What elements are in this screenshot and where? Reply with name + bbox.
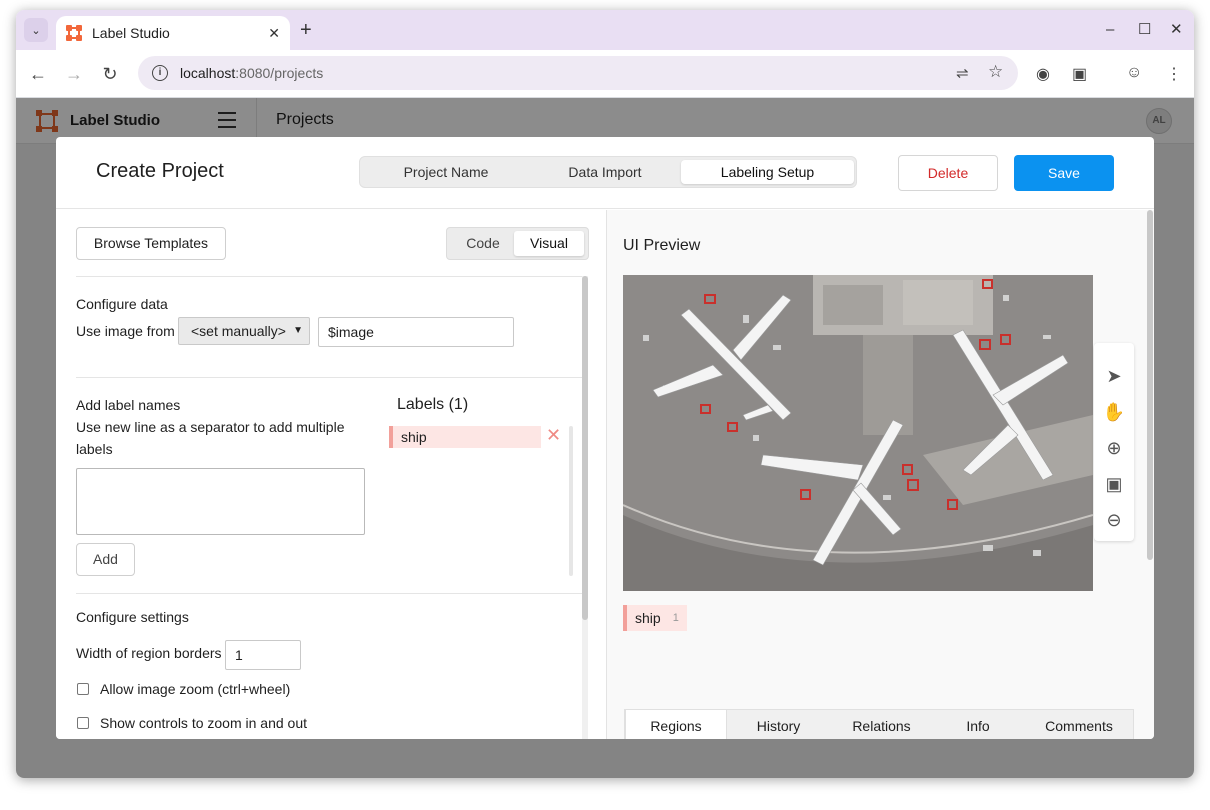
back-icon[interactable]: ← <box>26 62 50 86</box>
airport-aerial-image <box>623 275 1093 591</box>
pan-hand-icon[interactable]: ✋ <box>1094 397 1134 427</box>
tab-relations[interactable]: Relations <box>830 710 933 739</box>
use-image-from-label: Use image from <box>76 323 175 339</box>
preview-label-ship[interactable]: ship 1 <box>623 605 687 631</box>
tab-history[interactable]: History <box>727 710 830 739</box>
image-source-value: <set manually> <box>191 323 286 339</box>
zoom-checkbox[interactable] <box>77 683 89 695</box>
browser-tabbar: ⌄ Label Studio ✕ + – ☐ ✕ <box>16 10 1194 50</box>
tab-labeling-setup[interactable]: Labeling Setup <box>681 160 854 184</box>
extension-icon[interactable]: ◉ <box>1036 64 1050 84</box>
border-width-label: Width of region borders <box>76 645 222 661</box>
zoom-checkbox-label: Allow image zoom (ctrl+wheel) <box>100 681 291 697</box>
browser-tab[interactable]: Label Studio ✕ <box>56 16 290 50</box>
tab-project-name[interactable]: Project Name <box>363 160 529 184</box>
ui-preview-title: UI Preview <box>623 237 701 254</box>
image-source-select[interactable]: <set manually> ▼ <box>178 317 310 345</box>
minimize-icon[interactable]: – <box>1106 20 1114 40</box>
chevron-down-icon: ⌄ <box>31 24 41 37</box>
add-label-names-title: Add label names <box>76 397 181 413</box>
annotation-tabs: Regions History Relations Info Comments <box>624 709 1134 739</box>
new-tab-icon[interactable]: + <box>300 20 312 40</box>
code-visual-toggle: Code Visual <box>446 227 589 260</box>
zoom-controls-checkbox-label: Show controls to zoom in and out <box>100 715 308 731</box>
visual-tab[interactable]: Visual <box>514 231 584 256</box>
maximize-icon[interactable]: ☐ <box>1138 20 1151 40</box>
labels-scrollbar[interactable] <box>569 426 573 576</box>
add-label-button[interactable]: Add <box>76 543 135 576</box>
save-button[interactable]: Save <box>1014 155 1114 191</box>
preview-image[interactable] <box>623 275 1093 591</box>
app-area: Label Studio Projects AL Create Project … <box>16 98 1194 778</box>
close-tab-icon[interactable]: ✕ <box>268 25 280 42</box>
label-item-ship[interactable]: ship <box>389 426 541 448</box>
forward-icon[interactable]: → <box>62 62 86 86</box>
modal-header: Create Project Project Name Data Import … <box>56 137 1154 209</box>
zoom-in-icon[interactable]: ⊕ <box>1094 433 1134 463</box>
site-info-icon[interactable]: i <box>152 65 168 81</box>
chevron-down-icon: ▼ <box>293 325 303 336</box>
tab-regions[interactable]: Regions <box>625 710 727 739</box>
translate-icon[interactable]: ⇌ <box>956 64 969 82</box>
tab-comments[interactable]: Comments <box>1023 710 1135 739</box>
browse-templates-button[interactable]: Browse Templates <box>76 227 226 260</box>
close-window-icon[interactable]: ✕ <box>1170 20 1183 40</box>
browser-window: ⌄ Label Studio ✕ + – ☐ ✕ ← → ↻ i localho… <box>16 10 1194 778</box>
menu-kebab-icon[interactable]: ⋮ <box>1166 64 1182 84</box>
code-tab[interactable]: Code <box>450 231 516 256</box>
label-names-textarea[interactable] <box>76 468 365 535</box>
profile-icon[interactable]: ☺ <box>1126 64 1142 82</box>
extensions-puzzle-icon[interactable]: ▣ <box>1072 64 1087 84</box>
zoom-out-icon[interactable]: ⊖ <box>1094 505 1134 535</box>
configure-settings-title: Configure settings <box>76 609 189 625</box>
create-project-modal: Create Project Project Name Data Import … <box>56 137 1154 739</box>
remove-label-icon[interactable]: ✕ <box>546 425 561 445</box>
tab-data-import[interactable]: Data Import <box>526 160 684 184</box>
add-labels-hint: Use new line as a separator to add multi… <box>76 419 345 457</box>
labels-title: Labels (1) <box>397 396 469 413</box>
tab-search-button[interactable]: ⌄ <box>24 18 48 42</box>
project-steps: Project Name Data Import Labeling Setup <box>359 156 857 188</box>
tab-title: Label Studio <box>92 25 170 41</box>
browser-toolbar: ← → ↻ i localhost:8080/projects ⇌ ☆ ◉ ▣ … <box>16 50 1194 98</box>
preview-label-name: ship <box>635 610 661 626</box>
label-studio-favicon-icon <box>66 25 82 41</box>
preview-label-count: 1 <box>672 612 679 624</box>
image-variable-input[interactable]: $image <box>318 317 514 347</box>
configure-data-title: Configure data <box>76 296 168 312</box>
border-width-input[interactable]: 1 <box>225 640 301 670</box>
image-tools: ➤ ✋ ⊕ ▣ ⊖ <box>1094 343 1134 541</box>
delete-button[interactable]: Delete <box>898 155 998 191</box>
modal-title: Create Project <box>96 160 224 182</box>
fit-icon[interactable]: ▣ <box>1094 469 1134 499</box>
reload-icon[interactable]: ↻ <box>98 62 122 86</box>
config-scrollbar[interactable] <box>582 276 588 620</box>
preview-scrollbar[interactable] <box>1147 210 1153 560</box>
zoom-controls-checkbox[interactable] <box>77 717 89 729</box>
url-path: :8080/projects <box>235 65 324 81</box>
bookmark-star-icon[interactable]: ☆ <box>988 62 1003 82</box>
config-panel: Browse Templates Code Visual Configure d… <box>56 210 606 739</box>
url-host: localhost <box>180 65 236 81</box>
select-pointer-icon[interactable]: ➤ <box>1094 361 1134 391</box>
ui-preview-panel: UI Preview ➤ ✋ ⊕ ▣ ⊖ ship 1 Regions Hist… <box>606 210 1154 739</box>
address-bar[interactable]: i localhost:8080/projects <box>138 56 1018 90</box>
tab-info[interactable]: Info <box>933 710 1023 739</box>
